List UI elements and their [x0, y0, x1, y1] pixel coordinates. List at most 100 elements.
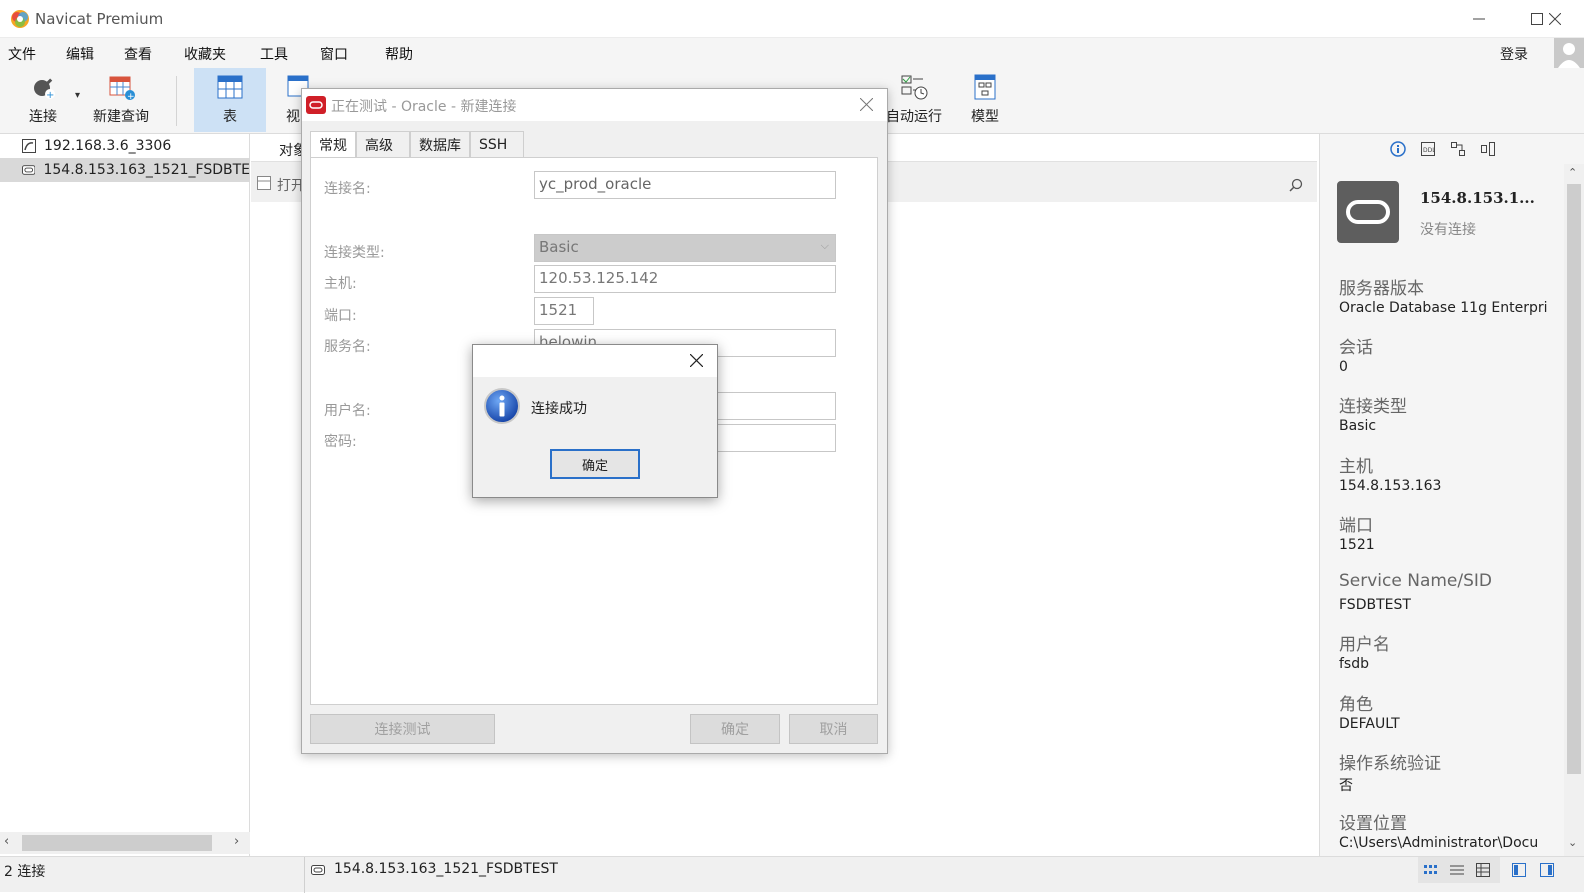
- information-icon: [484, 388, 520, 424]
- info-value-username: fsdb: [1339, 656, 1369, 672]
- close-icon: [1549, 13, 1561, 25]
- oracle-connection-icon: [22, 165, 36, 175]
- search-icon[interactable]: [1289, 178, 1303, 192]
- tab-general[interactable]: 常规: [310, 131, 356, 158]
- menu-favorites[interactable]: 收藏夹: [184, 44, 226, 64]
- preview-icon[interactable]: [1481, 142, 1495, 156]
- title-bar: Navicat Premium: [0, 0, 1584, 38]
- connect-dropdown-icon[interactable]: ▾: [75, 90, 80, 101]
- connection-label: 192.168.3.6_3306: [44, 138, 172, 154]
- info-value-host: 154.8.153.163: [1339, 478, 1442, 494]
- toggle-left-pane-icon[interactable]: [1512, 863, 1526, 877]
- connection-tree: 192.168.3.6_3306 154.8.153.163_1521_FSDB…: [0, 134, 250, 856]
- connection-success-messagebox: 连接成功 确定: [472, 344, 718, 498]
- menu-bar: 文件 编辑 查看 收藏夹 工具 窗口 帮助 登录: [0, 38, 1584, 68]
- conn-type-value: Basic: [539, 238, 579, 256]
- plug-icon: +: [28, 72, 58, 102]
- auto-run-label: 自动运行: [886, 109, 942, 125]
- chevron-down-icon: ⌵: [820, 239, 829, 252]
- connection-item-mysql[interactable]: 192.168.3.6_3306: [0, 134, 250, 158]
- er-diagram-icon[interactable]: [1451, 142, 1465, 156]
- status-connection-count: 2 连接: [4, 864, 46, 880]
- ok-button[interactable]: 确定: [690, 714, 780, 744]
- info-label-username: 用户名: [1339, 635, 1390, 655]
- new-query-button[interactable]: + 新建查询: [86, 68, 156, 132]
- info-value-service-name: FSDBTEST: [1339, 597, 1411, 613]
- info-value-server-version: Oracle Database 11g Enterpri: [1339, 300, 1548, 316]
- cancel-button[interactable]: 取消: [789, 714, 878, 744]
- test-connection-button[interactable]: 连接测试: [310, 714, 495, 744]
- model-icon: [970, 72, 1000, 102]
- info-panel: DDL 154.8.153.1... 没有连接 服务器版本 Oracle Dat…: [1319, 134, 1584, 856]
- login-link[interactable]: 登录: [1500, 44, 1528, 64]
- port-input[interactable]: 1521: [534, 297, 594, 325]
- avatar[interactable]: [1554, 38, 1584, 68]
- conn-name-label: 连接名:: [324, 181, 371, 197]
- info-connection-name: 154.8.153.1...: [1420, 189, 1535, 207]
- model-label: 模型: [971, 109, 999, 125]
- vertical-scrollbar[interactable]: ⌃ ⌄: [1564, 164, 1584, 856]
- menu-help[interactable]: 帮助: [385, 44, 413, 64]
- scroll-thumb[interactable]: [1567, 184, 1581, 774]
- minimize-button[interactable]: [1450, 0, 1508, 38]
- info-value-settings-location: C:\Users\Administrator\Docu: [1339, 835, 1539, 851]
- connection-item-oracle[interactable]: 154.8.153.163_1521_FSDBTE: [0, 158, 250, 182]
- scroll-left-icon[interactable]: ‹: [4, 834, 9, 849]
- menu-edit[interactable]: 编辑: [66, 44, 94, 64]
- menu-view[interactable]: 查看: [124, 44, 152, 64]
- scroll-thumb[interactable]: [22, 835, 212, 851]
- model-button[interactable]: 模型: [958, 68, 1012, 132]
- info-label-sessions: 会话: [1339, 338, 1373, 358]
- svg-text:+: +: [46, 90, 54, 101]
- info-connection-status: 没有连接: [1420, 222, 1476, 238]
- conn-type-select[interactable]: Basic ⌵: [534, 234, 836, 262]
- conn-type-label: 连接类型:: [324, 245, 385, 261]
- grid-view-icon[interactable]: [1424, 863, 1438, 877]
- info-label-os-auth: 操作系统验证: [1339, 754, 1441, 774]
- ddl-icon[interactable]: DDL: [1421, 142, 1435, 156]
- app-title: Navicat Premium: [35, 10, 164, 28]
- password-label: 密码:: [324, 434, 357, 450]
- scroll-down-icon[interactable]: ⌄: [1568, 836, 1577, 849]
- info-value-os-auth: 否: [1339, 778, 1353, 794]
- info-label-role: 角色: [1339, 695, 1373, 715]
- status-bar: 2 连接 154.8.153.163_1521_FSDBTEST: [0, 856, 1584, 893]
- query-grid-icon: +: [106, 72, 136, 102]
- tab-databases[interactable]: 数据库: [410, 131, 470, 157]
- scroll-up-icon[interactable]: ⌃: [1568, 166, 1577, 179]
- svg-text:DDL: DDL: [1423, 147, 1435, 154]
- scroll-right-icon[interactable]: ›: [234, 834, 239, 849]
- open-table-icon: [257, 176, 271, 190]
- info-label-settings-location: 设置位置: [1339, 814, 1407, 834]
- messagebox-title-bar: [473, 345, 717, 377]
- tab-ssh[interactable]: SSH: [470, 131, 524, 157]
- menu-window[interactable]: 窗口: [320, 44, 348, 64]
- info-icon[interactable]: [1390, 141, 1406, 157]
- table-button[interactable]: 表: [194, 68, 266, 132]
- menu-tools[interactable]: 工具: [260, 44, 288, 64]
- info-value-conn-type: Basic: [1339, 418, 1377, 434]
- horizontal-scrollbar[interactable]: ‹ ›: [0, 832, 250, 854]
- conn-name-input[interactable]: yc_prod_oracle: [534, 171, 836, 199]
- host-input[interactable]: 120.53.125.142: [534, 265, 836, 293]
- view-label: 视: [286, 109, 300, 125]
- close-icon[interactable]: [690, 354, 703, 367]
- tab-advanced[interactable]: 高级: [356, 131, 410, 157]
- host-label: 主机:: [324, 276, 357, 292]
- connect-label: 连接: [29, 109, 57, 125]
- detail-view-icon[interactable]: [1476, 863, 1490, 877]
- connect-button[interactable]: + 连接: [12, 68, 74, 132]
- username-label: 用户名:: [324, 403, 371, 419]
- auto-run-button[interactable]: 自动运行: [882, 68, 946, 132]
- close-icon[interactable]: [860, 98, 873, 111]
- list-view-icon[interactable]: [1450, 863, 1464, 877]
- message-text: 连接成功: [531, 401, 587, 417]
- mysql-connection-icon: [22, 139, 36, 153]
- toggle-right-pane-icon[interactable]: [1540, 863, 1554, 877]
- message-ok-button[interactable]: 确定: [550, 449, 640, 479]
- menu-file[interactable]: 文件: [8, 44, 36, 64]
- status-active-connection: 154.8.153.163_1521_FSDBTEST: [334, 861, 558, 877]
- table-icon: [215, 72, 245, 102]
- dialog-tabs: 常规 高级 数据库 SSH: [310, 131, 524, 158]
- close-window-button[interactable]: [1526, 0, 1584, 38]
